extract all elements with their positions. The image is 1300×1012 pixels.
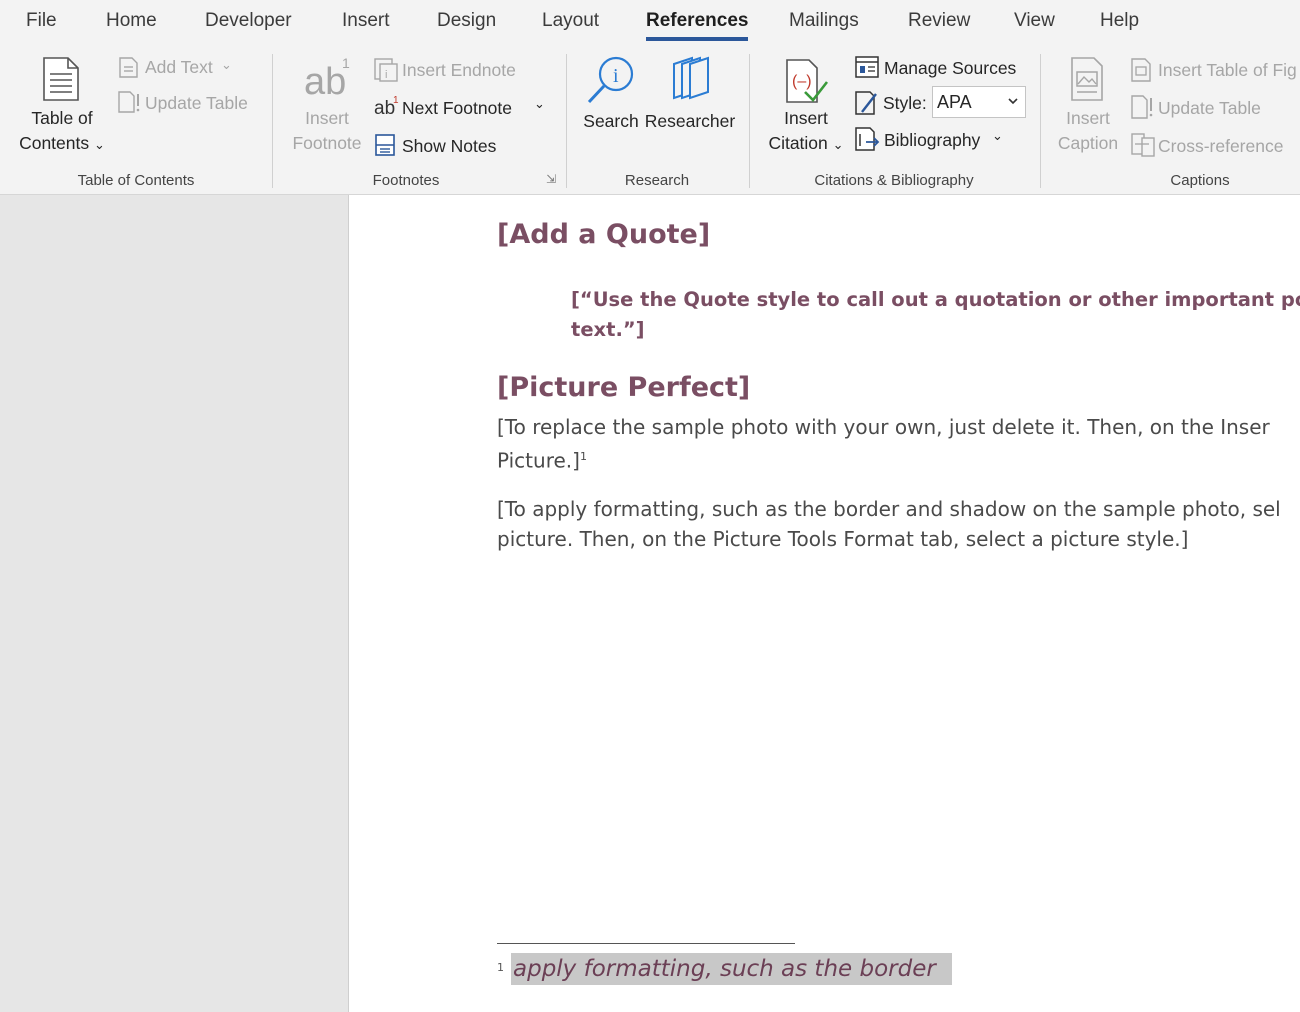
active-tab-indicator bbox=[646, 37, 748, 41]
chevron-down-icon bbox=[1008, 98, 1018, 105]
next-footnote-icon: ab 1 bbox=[374, 95, 399, 119]
insert-caption-label: Insert Caption bbox=[1052, 106, 1124, 156]
insert-footnote-line1: Insert bbox=[305, 108, 349, 128]
bibliography-label: Bibliography bbox=[884, 130, 981, 150]
add-text-icon bbox=[119, 57, 138, 78]
tab-developer[interactable]: Developer bbox=[205, 10, 292, 32]
insert-citation-label: Insert Citation ⌄ bbox=[760, 106, 852, 157]
svg-text:(–): (–) bbox=[792, 73, 812, 90]
next-footnote-label: Next Footnote bbox=[402, 98, 512, 118]
svg-text:ab: ab bbox=[374, 98, 395, 119]
ribbon: Table of Contents ⌄ Add Text ⌄ Update Ta… bbox=[0, 48, 1300, 195]
tab-design[interactable]: Design bbox=[437, 10, 496, 32]
toc-label: Table of Contents ⌄ bbox=[16, 106, 108, 157]
bibliography-icon bbox=[855, 127, 880, 151]
footnote-text-selected[interactable]: apply formatting, such as the border bbox=[511, 953, 952, 985]
svg-text:1: 1 bbox=[393, 95, 399, 106]
insert-caption-icon bbox=[1071, 57, 1103, 101]
group-separator bbox=[1040, 54, 1041, 188]
update-table-icon bbox=[118, 91, 140, 113]
group-label-toc: Table of Contents bbox=[77, 172, 195, 189]
group-separator bbox=[749, 54, 750, 188]
style-icon bbox=[855, 91, 877, 115]
document-page[interactable]: [Add a Quote] [“Use the Quote style to c… bbox=[349, 195, 1300, 1012]
show-notes-label: Show Notes bbox=[402, 136, 497, 156]
paragraph-2-line-2: picture. Then, on the Picture Tools Form… bbox=[497, 527, 1189, 551]
tab-review[interactable]: Review bbox=[908, 10, 970, 32]
chevron-down-icon: ⌄ bbox=[992, 128, 1003, 143]
tab-insert[interactable]: Insert bbox=[342, 10, 390, 32]
insert-caption-line2: Caption bbox=[1057, 133, 1119, 153]
researcher-label: Researcher bbox=[644, 111, 736, 131]
insert-citation-icon: (–) bbox=[786, 59, 829, 103]
toc-label-line1: Table of bbox=[31, 108, 93, 128]
manage-sources-icon bbox=[855, 56, 879, 78]
footnote-number: 1 bbox=[497, 961, 504, 974]
chevron-down-icon: ⌄ bbox=[221, 57, 232, 72]
insert-footnote-label: Insert Footnote bbox=[284, 106, 370, 156]
quote-line-2: text.”] bbox=[571, 318, 645, 341]
footnote-separator bbox=[497, 943, 795, 944]
cross-reference-icon bbox=[1131, 133, 1155, 157]
svg-text:1: 1 bbox=[342, 56, 350, 71]
footnote-ab-icon: ab 1 bbox=[304, 56, 350, 102]
toc-label-line2: Contents ⌄ bbox=[19, 133, 105, 153]
paragraph-1-line-2: Picture.]1 bbox=[497, 448, 587, 473]
insert-footnote-line2: Footnote bbox=[292, 133, 362, 153]
ribbon-tab-bar: File Home Developer Insert Design Layout… bbox=[0, 0, 1300, 48]
paragraph-1-line-1: [To replace the sample photo with your o… bbox=[497, 415, 1270, 439]
show-notes-icon bbox=[375, 134, 395, 156]
svg-text:i: i bbox=[613, 65, 619, 87]
researcher-icon bbox=[673, 56, 709, 100]
insert-endnote-label: Insert Endnote bbox=[402, 60, 516, 80]
insert-endnote-icon: i bbox=[374, 58, 398, 82]
left-margin-pane bbox=[0, 195, 349, 1012]
insert-table-of-figures-label: Insert Table of Fig bbox=[1158, 60, 1297, 80]
tab-layout[interactable]: Layout bbox=[542, 10, 599, 32]
svg-text:i: i bbox=[385, 69, 387, 81]
tab-file[interactable]: File bbox=[26, 10, 57, 32]
group-label-footnotes: Footnotes bbox=[372, 172, 440, 189]
quote-line-1: [“Use the Quote style to call out a quot… bbox=[571, 288, 1300, 311]
group-label-citations: Citations & Bibliography bbox=[814, 172, 974, 189]
style-label: Style: bbox=[883, 93, 927, 113]
document-list-icon bbox=[43, 57, 79, 101]
group-separator bbox=[566, 54, 567, 188]
group-label-captions: Captions bbox=[1170, 172, 1230, 189]
cross-reference-label: Cross-reference bbox=[1158, 136, 1284, 156]
heading-add-a-quote: [Add a Quote] bbox=[497, 219, 711, 250]
search-icon: i bbox=[587, 56, 634, 104]
group-label-research: Research bbox=[624, 172, 690, 189]
add-text-label: Add Text bbox=[145, 57, 213, 77]
update-table-label: Update Table bbox=[145, 93, 248, 113]
citation-style-value: APA bbox=[937, 92, 972, 112]
heading-picture-perfect: [Picture Perfect] bbox=[497, 372, 751, 403]
update-table-icon bbox=[1131, 95, 1153, 119]
table-of-figures-icon bbox=[1131, 58, 1151, 82]
insert-caption-line1: Insert bbox=[1066, 108, 1110, 128]
update-table-figures-label: Update Table bbox=[1158, 98, 1261, 118]
svg-text:ab: ab bbox=[304, 61, 346, 102]
tab-help[interactable]: Help bbox=[1100, 10, 1139, 32]
tab-references[interactable]: References bbox=[646, 10, 748, 32]
citation-style-select[interactable]: APA bbox=[932, 86, 1026, 118]
search-label: Search bbox=[583, 111, 639, 131]
insert-citation-line1: Insert bbox=[784, 108, 828, 128]
manage-sources-label: Manage Sources bbox=[884, 58, 1017, 78]
dialog-launcher-icon[interactable]: ⇲ bbox=[546, 172, 556, 186]
tab-mailings[interactable]: Mailings bbox=[789, 10, 859, 32]
group-separator bbox=[272, 54, 273, 188]
insert-citation-line2: Citation ⌄ bbox=[768, 133, 844, 153]
tab-view[interactable]: View bbox=[1014, 10, 1055, 32]
chevron-down-icon[interactable]: ⌄ bbox=[534, 96, 545, 112]
tab-home[interactable]: Home bbox=[106, 10, 157, 32]
paragraph-2-line-1: [To apply formatting, such as the border… bbox=[497, 497, 1281, 521]
footnote-reference-mark[interactable]: 1 bbox=[580, 450, 587, 463]
